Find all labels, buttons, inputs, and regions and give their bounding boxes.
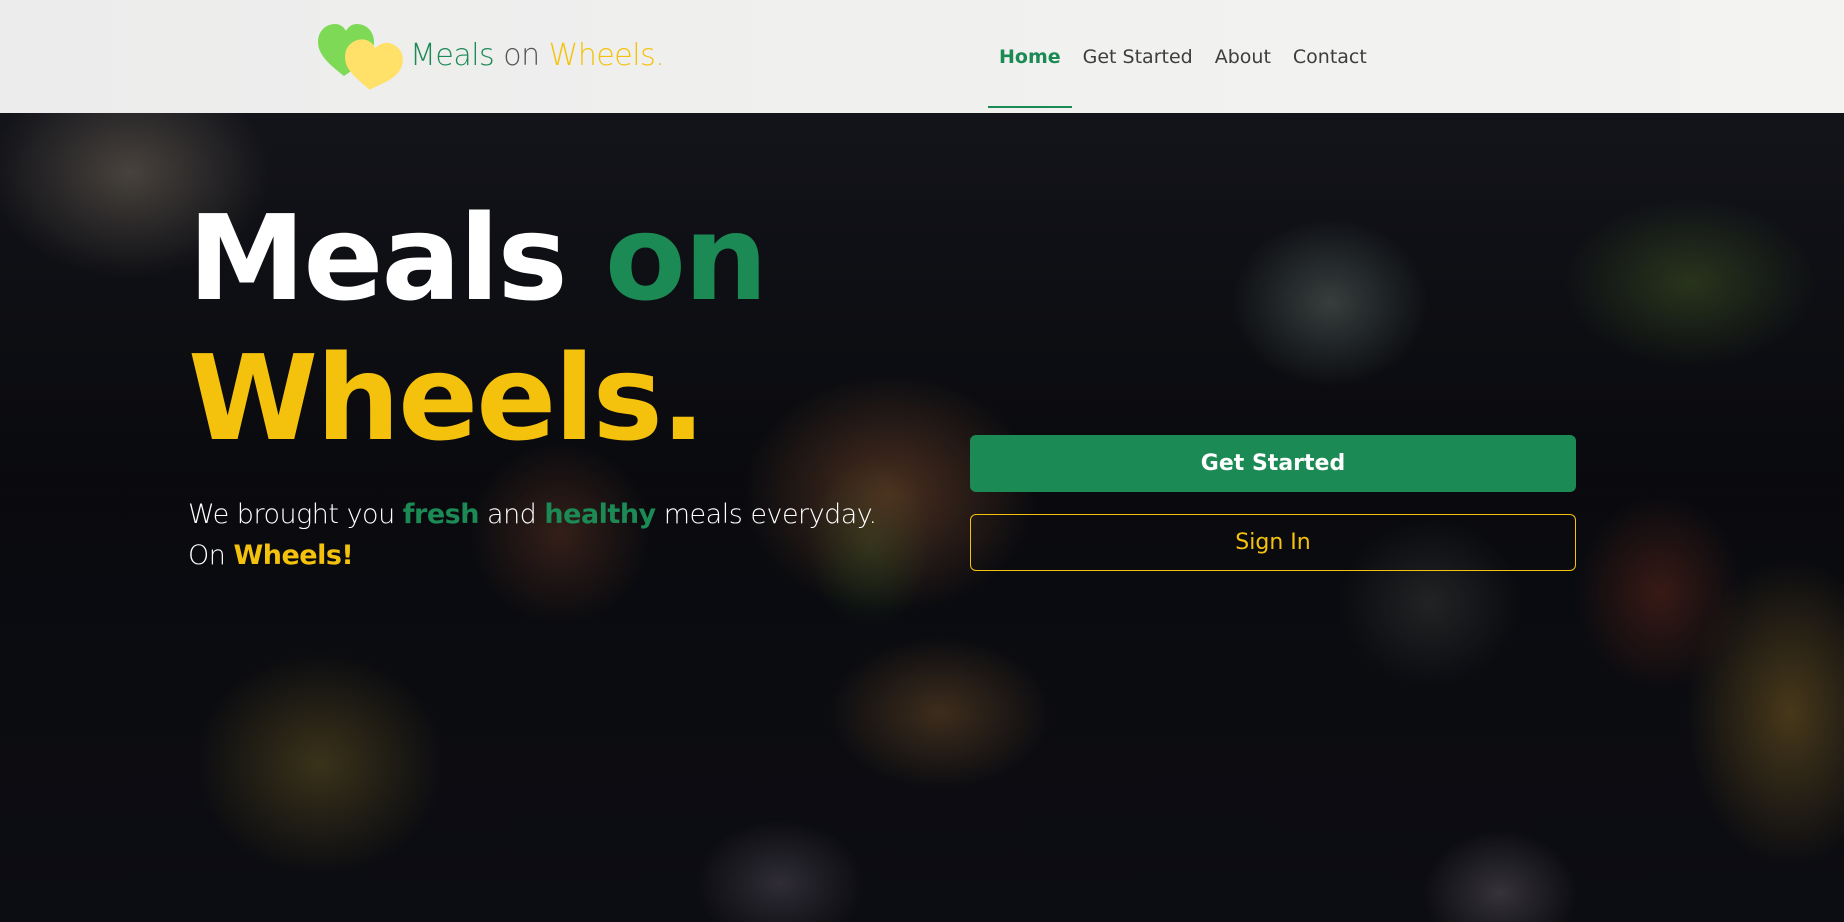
tagline-text-2: and <box>478 499 545 530</box>
tagline-text-3: meals everyday. <box>655 499 877 530</box>
hearts-logo-icon <box>318 24 403 90</box>
hero-title-meals: Meals <box>188 189 568 327</box>
hero-title-on: on <box>604 189 768 327</box>
nav-link-contact[interactable]: Contact <box>1282 5 1378 108</box>
brand-name-meals: Meals <box>410 38 495 73</box>
hero-title-wheels: Wheels. <box>188 329 706 467</box>
tagline-fresh: fresh <box>402 499 480 530</box>
tagline-text-1: We brought you <box>188 499 403 530</box>
brand-name: Meals on Wheels. <box>410 38 665 73</box>
brand-name-on: on <box>503 38 540 73</box>
top-navbar: Meals on Wheels. Home Get Started About … <box>0 0 1844 113</box>
brand-name-dot: . <box>655 38 665 73</box>
nav-link-about[interactable]: About <box>1204 5 1282 108</box>
nav-link-get-started[interactable]: Get Started <box>1072 5 1204 108</box>
brand-name-wheels: Wheels <box>548 38 656 73</box>
hero-title: Meals on Wheels. <box>188 188 768 468</box>
sign-in-button[interactable]: Sign In <box>970 514 1576 571</box>
tagline-healthy: healthy <box>544 499 656 530</box>
main-nav: Home Get Started About Contact <box>988 0 1378 113</box>
hero-tagline: We brought you fresh and healthy meals e… <box>188 494 877 576</box>
brand-logo-link[interactable]: Meals on Wheels. <box>316 18 665 93</box>
tagline-wheels: Wheels! <box>233 540 354 571</box>
tagline-text-4: On <box>188 540 234 571</box>
get-started-button[interactable]: Get Started <box>970 435 1576 492</box>
nav-link-home[interactable]: Home <box>988 5 1072 108</box>
